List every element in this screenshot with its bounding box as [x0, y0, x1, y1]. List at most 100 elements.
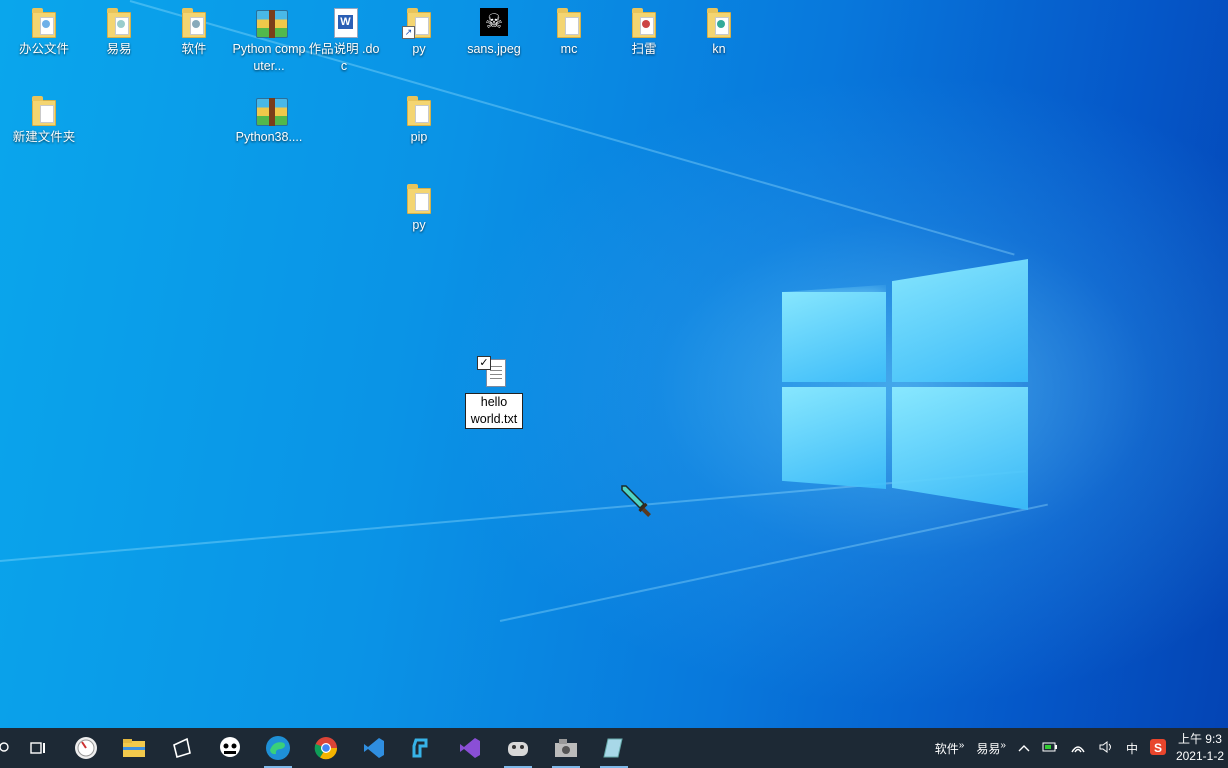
icon-label: py: [412, 42, 426, 56]
notes-app-icon: [603, 738, 623, 758]
logo-pane: [782, 292, 886, 382]
desktop-icon-mc[interactable]: mc: [532, 6, 606, 58]
icon-label: sans.jpeg: [467, 42, 521, 56]
desktop-icon-renaming[interactable]: ✓: [457, 356, 531, 390]
taskbar-app-python-ide[interactable]: [398, 728, 446, 768]
desktop-icon-python38[interactable]: Python38....: [232, 94, 306, 146]
text-file-icon: ✓: [477, 356, 511, 390]
python-ide-icon: [412, 738, 428, 758]
network-button[interactable]: [1064, 740, 1092, 757]
winrar-archive-icon: [252, 94, 288, 128]
icon-label: 易易: [106, 42, 132, 56]
icon-label: pip: [410, 130, 428, 144]
desktop-icon-minesweeper[interactable]: 扫雷: [607, 6, 681, 58]
chevron-icon: »: [958, 739, 965, 751]
taskbar: 软件» 易易» 中 S 上午 9:3 2021-1-2: [0, 728, 1228, 768]
desktop[interactable]: 办公文件 易易 软件 Python computer... W 作品说明 .do…: [0, 0, 1228, 728]
desktop-icon-py[interactable]: py: [382, 182, 456, 234]
icon-label: kn: [712, 42, 726, 56]
ime-indicator[interactable]: 中: [1120, 740, 1144, 757]
selection-checkbox-icon[interactable]: ✓: [477, 356, 491, 370]
icon-label: 办公文件: [18, 42, 69, 56]
logo-pane: [892, 387, 1028, 510]
folder-icon: [27, 94, 61, 128]
desktop-icon-software[interactable]: 软件: [157, 6, 231, 58]
wifi-icon: [1071, 745, 1085, 752]
folder-icon: [102, 6, 136, 40]
visual-studio-icon: [460, 738, 480, 758]
battery-button[interactable]: [1036, 741, 1064, 755]
edge-icon: [266, 736, 290, 760]
desktop-icon-pip[interactable]: pip: [382, 94, 456, 146]
minesweeper-icon: [627, 6, 661, 40]
folder-icon: [177, 6, 211, 40]
icon-label: 作品说明 .doc: [308, 42, 380, 73]
clock-app-icon: [75, 737, 97, 759]
winrar-archive-icon: [252, 6, 288, 40]
toolbar-label: 软件: [934, 741, 959, 756]
desktop-icon-sans-jpeg[interactable]: ☠ sans.jpeg: [457, 6, 531, 58]
icon-label: Python computer...: [232, 42, 306, 73]
taskbar-app-file-explorer[interactable]: [110, 728, 158, 768]
folder-icon: [402, 94, 436, 128]
sogou-ime-button[interactable]: S: [1144, 738, 1172, 758]
icon-label: mc: [560, 42, 578, 56]
taskbar-app-chrome[interactable]: [302, 728, 350, 768]
taskbar-app-sans[interactable]: [206, 728, 254, 768]
sans-app-icon: [220, 737, 240, 757]
chevron-icon: »: [1000, 739, 1006, 751]
folder-shortcut-icon: ↗: [402, 6, 436, 40]
taskbar-app-clock[interactable]: [62, 728, 110, 768]
sticky-icon: [173, 737, 191, 759]
chevron-up-icon: [1018, 745, 1030, 752]
desktop-icon-doc[interactable]: W 作品说明 .doc: [307, 6, 381, 75]
icon-label: 新建文件夹: [12, 130, 76, 144]
folder-icon: [552, 6, 586, 40]
icon-label: 软件: [181, 42, 207, 56]
sword-cursor-icon: [621, 485, 651, 517]
taskbar-app-edge[interactable]: [254, 728, 302, 768]
icon-label: py: [412, 218, 426, 232]
rename-input[interactable]: [465, 393, 523, 429]
system-tray: 软件» 易易» 中 S 上午 9:3 2021-1-2: [929, 728, 1228, 768]
desktop-icon-new-folder[interactable]: 新建文件夹: [7, 94, 81, 146]
clock-time: 上午 9:3: [1177, 732, 1222, 746]
desktop-icon-python-computer[interactable]: Python computer...: [232, 6, 306, 75]
task-view-icon: [30, 742, 45, 754]
logo-pane: [782, 387, 886, 489]
taskbar-app-sticky[interactable]: [158, 728, 206, 768]
show-hidden-icons-button[interactable]: [1012, 741, 1036, 755]
task-view-button[interactable]: [14, 728, 62, 768]
toolbar-software[interactable]: 软件»: [929, 740, 971, 757]
logo-pane: [892, 259, 1028, 382]
clock[interactable]: 上午 9:3 2021-1-2: [1172, 731, 1228, 765]
taskbar-app-notes[interactable]: [590, 728, 638, 768]
battery-icon: [1042, 742, 1057, 752]
taskbar-app-visual-studio[interactable]: [446, 728, 494, 768]
file-explorer-icon: [123, 739, 145, 757]
clock-date: 2021-1-2: [1175, 749, 1224, 763]
game-app-icon: [508, 742, 528, 756]
speaker-icon: [1099, 740, 1111, 753]
toolbar-yiyi[interactable]: 易易»: [970, 740, 1012, 757]
desktop-icon-kn[interactable]: kn: [682, 6, 756, 58]
vscode-icon: [364, 738, 384, 758]
taskbar-app-game[interactable]: [494, 728, 542, 768]
folder-icon: [27, 6, 61, 40]
taskbar-app-vscode[interactable]: [350, 728, 398, 768]
search-icon: [0, 742, 9, 752]
desktop-icon-yiyi[interactable]: 易易: [82, 6, 156, 58]
search-button[interactable]: [0, 728, 14, 768]
image-file-icon: ☠: [477, 6, 511, 40]
sogou-s-icon: S: [1149, 738, 1166, 755]
toolbar-label: 易易: [976, 741, 1001, 756]
volume-button[interactable]: [1092, 740, 1120, 757]
chrome-icon: [314, 737, 338, 760]
icon-label: Python38....: [235, 130, 303, 144]
word-doc-icon: W: [327, 6, 361, 40]
taskbar-app-camera[interactable]: [542, 728, 590, 768]
desktop-icon-office-files[interactable]: 办公文件: [7, 6, 81, 58]
desktop-icon-py-shortcut[interactable]: ↗ py: [382, 6, 456, 58]
folder-icon: [702, 6, 736, 40]
svg-text:S: S: [1154, 741, 1162, 755]
